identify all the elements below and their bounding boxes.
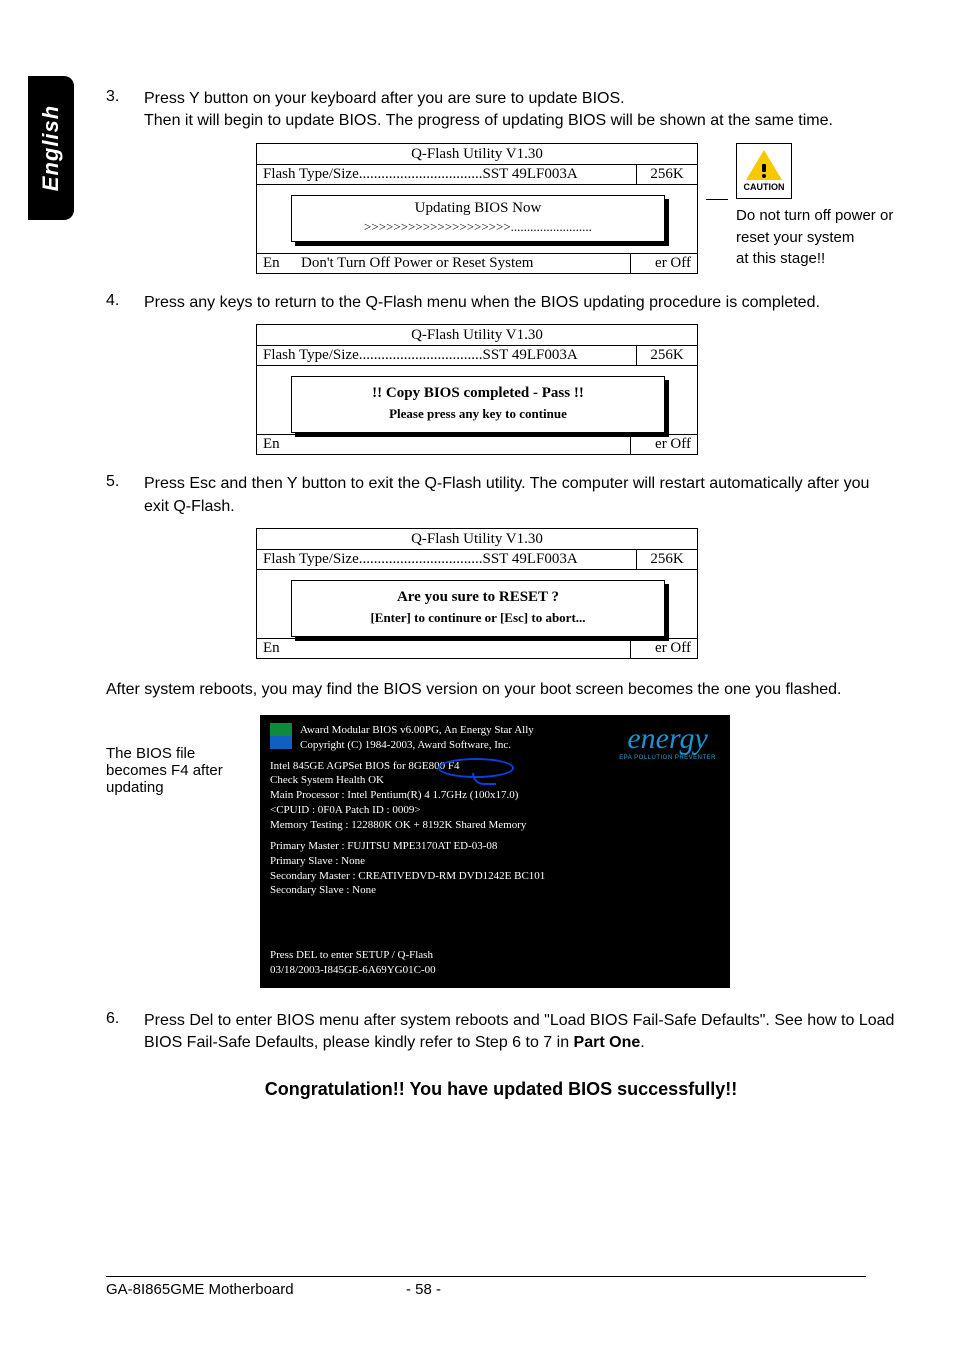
qbox-flash-row: Flash Type/Size.........................… — [257, 550, 697, 570]
tail: . — [640, 1034, 644, 1051]
caution-icon: CAUTION — [736, 143, 792, 199]
en: En — [257, 639, 630, 658]
step-body: Press Y button on your keyboard after yo… — [144, 88, 896, 133]
note-l2: becomes F4 after — [106, 762, 246, 779]
en: En — [263, 255, 287, 272]
step-body: Press any keys to return to the Q-Flash … — [144, 292, 896, 314]
step-num: 6. — [106, 1010, 144, 1055]
footer-page: - 58 - — [406, 1281, 866, 1298]
qflash-row-3: Q-Flash Utility V1.30 Flash Type/Size...… — [256, 528, 896, 659]
step-num: 5. — [106, 473, 144, 518]
award-l1: Award Modular BIOS v6.00PG, An Energy St… — [300, 723, 534, 738]
en: En — [257, 435, 630, 454]
step-5: 5. Press Esc and then Y button to exit t… — [106, 473, 896, 518]
qbox-body: !! Copy BIOS completed - Pass !! Please … — [257, 366, 697, 454]
language-label: English — [38, 105, 64, 191]
overlay-progress: >>>>>>>>>>>>>>>>>>>>....................… — [292, 219, 664, 241]
step-body: Press Del to enter BIOS menu after syste… — [144, 1010, 896, 1055]
note-l2: reset your system — [736, 227, 893, 249]
boot-l8: Secondary Master : CREATIVEDVD-RM DVD124… — [270, 869, 720, 884]
overlay-reset: Are you sure to RESET ? [Enter] to conti… — [291, 580, 665, 637]
boot-l3: Main Processor : Intel Pentium(R) 4 1.7G… — [270, 788, 720, 803]
bios-note: The BIOS file becomes F4 after updating — [106, 715, 246, 796]
boot-l1a: Intel 845GE AGPSet BIOS — [270, 760, 393, 772]
page-footer: GA-8I865GME Motherboard - 58 - — [106, 1276, 866, 1298]
boot-l4: <CPUID : 0F0A Patch ID : 0009> — [270, 803, 720, 818]
er-off: er Off — [630, 254, 697, 273]
qbox-title: Q-Flash Utility V1.30 — [257, 144, 697, 165]
overlay-title: !! Copy BIOS completed - Pass !! — [292, 377, 664, 406]
note-l3: at this stage!! — [736, 248, 893, 270]
er-off: er Off — [630, 435, 697, 454]
connector-line — [706, 199, 728, 200]
overlay-title: Updating BIOS Now — [292, 196, 664, 219]
caution-label: CAUTION — [744, 182, 785, 192]
flash-size: 256K — [636, 165, 697, 184]
note-l1: The BIOS file — [106, 745, 246, 762]
qflash-box-2: Q-Flash Utility V1.30 Flash Type/Size...… — [256, 324, 698, 455]
caution-note: Do not turn off power or reset your syst… — [736, 205, 893, 270]
qbox-flash-row: Flash Type/Size.........................… — [257, 165, 697, 185]
qbox-foot: En er Off — [257, 434, 697, 454]
boot-f2: 03/18/2003-I845GE-6A69YG01C-00 — [270, 963, 720, 978]
text: Then it will begin to update BIOS. The p… — [144, 112, 833, 129]
boot-screen: energy EPA POLLUTION PREVENTER Award Mod… — [260, 715, 730, 988]
qbox-foot: En er Off — [257, 638, 697, 658]
note-l3: updating — [106, 779, 246, 796]
foot-msg: Don't Turn Off Power or Reset System — [287, 255, 533, 272]
qbox-body: Updating BIOS Now >>>>>>>>>>>>>>>>>>>>..… — [257, 185, 697, 273]
part-one: Part One — [574, 1034, 641, 1051]
text: Press Del to enter BIOS menu after syste… — [144, 1012, 894, 1051]
qbox-body: Are you sure to RESET ? [Enter] to conti… — [257, 570, 697, 658]
page-content: 3. Press Y button on your keyboard after… — [106, 88, 896, 1100]
flash-size: 256K — [636, 346, 697, 365]
boot-l9: Secondary Slave : None — [270, 883, 720, 898]
energy-text: energy — [627, 722, 708, 755]
warning-triangle-icon — [746, 150, 782, 180]
step-3: 3. Press Y button on your keyboard after… — [106, 88, 896, 133]
overlay-title: Are you sure to RESET ? — [292, 581, 664, 610]
er-off: er Off — [630, 639, 697, 658]
flash-type: Flash Type/Size.........................… — [257, 165, 636, 184]
qflash-box-1: Q-Flash Utility V1.30 Flash Type/Size...… — [256, 143, 698, 274]
boot-l7: Primary Slave : None — [270, 854, 720, 869]
after-reboot-text: After system reboots, you may find the B… — [106, 681, 896, 699]
step-num: 4. — [106, 292, 144, 314]
step-body: Press Esc and then Y button to exit the … — [144, 473, 896, 518]
flash-type: Flash Type/Size.........................… — [257, 346, 636, 365]
qflash-row-2: Q-Flash Utility V1.30 Flash Type/Size...… — [256, 324, 896, 455]
text: Press Y button on your keyboard after yo… — [144, 90, 625, 107]
award-l2: Copyright (C) 1984-2003, Award Software,… — [300, 738, 534, 753]
overlay-completed: !! Copy BIOS completed - Pass !! Please … — [291, 376, 665, 433]
boot-l6: Primary Master : FUJITSU MPE3170AT ED-03… — [270, 839, 720, 854]
footer-left: GA-8I865GME Motherboard — [106, 1281, 406, 1298]
flash-type: Flash Type/Size.........................… — [257, 550, 636, 569]
flash-size: 256K — [636, 550, 697, 569]
qbox-foot: En Don't Turn Off Power or Reset System … — [257, 253, 697, 273]
boot-f1: Press DEL to enter SETUP / Q-Flash — [270, 948, 720, 963]
language-tab: English — [28, 76, 74, 220]
energy-sub: EPA POLLUTION PREVENTER — [619, 756, 716, 761]
boot-l5: Memory Testing : 122880K OK + 8192K Shar… — [270, 818, 720, 833]
qflash-row-1: Q-Flash Utility V1.30 Flash Type/Size...… — [256, 143, 896, 274]
step-6: 6. Press Del to enter BIOS menu after sy… — [106, 1010, 896, 1055]
bootscreen-row: The BIOS file becomes F4 after updating … — [106, 715, 896, 988]
congrats: Congratulation!! You have updated BIOS s… — [106, 1079, 896, 1100]
overlay-sub: [Enter] to continure or [Esc] to abort..… — [292, 610, 664, 636]
step-num: 3. — [106, 88, 144, 133]
qbox-flash-row: Flash Type/Size.........................… — [257, 346, 697, 366]
overlay-updating: Updating BIOS Now >>>>>>>>>>>>>>>>>>>>..… — [291, 195, 665, 242]
qbox-title: Q-Flash Utility V1.30 — [257, 529, 697, 550]
note-l1: Do not turn off power or — [736, 205, 893, 227]
overlay-sub: Please press any key to continue — [292, 406, 664, 432]
qbox-title: Q-Flash Utility V1.30 — [257, 325, 697, 346]
step-4: 4. Press any keys to return to the Q-Fla… — [106, 292, 896, 314]
qflash-box-3: Q-Flash Utility V1.30 Flash Type/Size...… — [256, 528, 698, 659]
energy-logo: energy EPA POLLUTION PREVENTER — [619, 725, 716, 761]
award-logo-icon — [270, 723, 292, 749]
